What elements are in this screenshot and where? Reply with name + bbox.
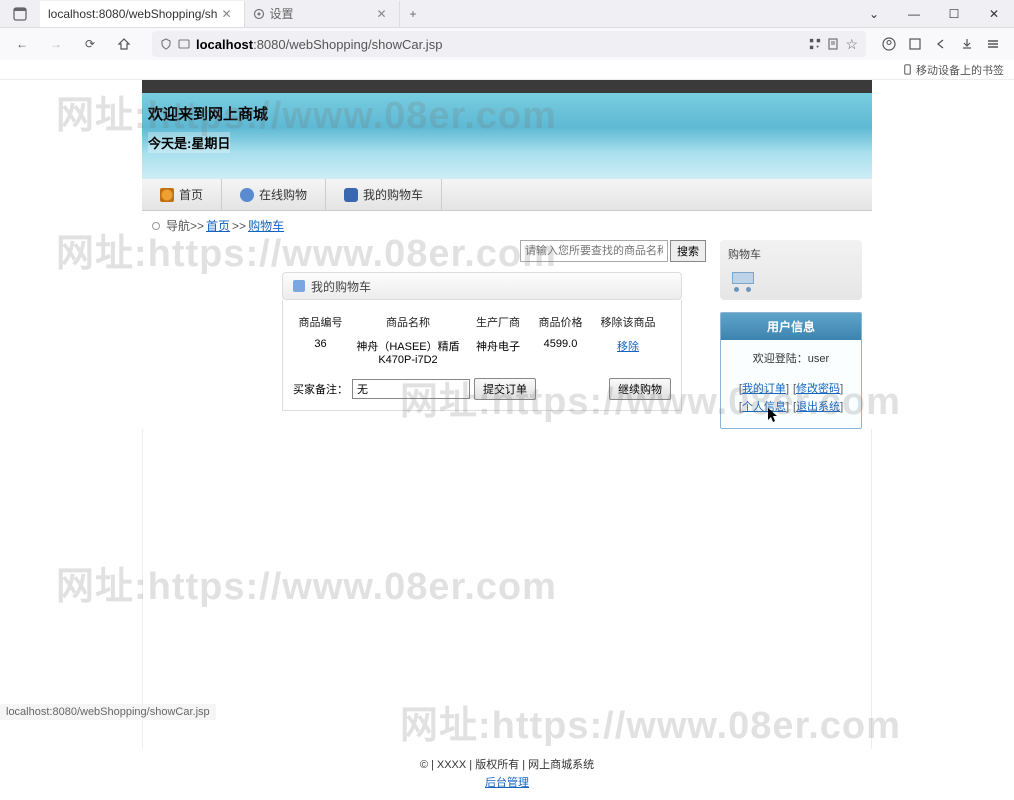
- menu-cart-label: 我的购物车: [363, 186, 423, 203]
- tab-1-close-icon[interactable]: ✕: [217, 7, 235, 21]
- menu-home[interactable]: 首页: [142, 179, 222, 211]
- window-close-button[interactable]: ✕: [974, 0, 1014, 28]
- menu-bar: 首页 在线购物 我的购物车: [142, 179, 872, 211]
- tab-1-title: localhost:8080/webShopping/sh: [48, 7, 217, 21]
- username: user: [808, 353, 829, 365]
- undo-icon[interactable]: [932, 35, 950, 53]
- bookmarks-label[interactable]: 移动设备上的书签: [916, 62, 1004, 78]
- cell-id: 36: [293, 334, 348, 370]
- app-icon: [0, 0, 40, 28]
- breadcrumb: 导航>> 首页 >> 购物车: [142, 211, 872, 240]
- submit-order-button[interactable]: 提交订单: [474, 378, 536, 400]
- car-icon: [344, 188, 358, 202]
- search-button[interactable]: 搜索: [670, 240, 706, 262]
- tab-2[interactable]: 设置 ✕: [245, 1, 400, 27]
- cart-icon[interactable]: [730, 266, 760, 292]
- link-my-orders[interactable]: 我的订单: [742, 383, 786, 395]
- banner: 欢迎来到网上商城 今天是:星期日: [142, 93, 872, 179]
- link-profile[interactable]: 个人信息: [742, 401, 786, 413]
- footer: © | XXXX | 版权所有 | 网上商城系统 后台管理: [142, 749, 872, 800]
- continue-shopping-button[interactable]: 继续购物: [609, 378, 671, 400]
- home-icon: [160, 188, 174, 202]
- tab-2-title: 设置: [270, 5, 294, 22]
- cell-name: 神舟（HASEE）精盾K470P-i7D2: [348, 334, 468, 370]
- col-vendor: 生产厂商: [468, 310, 528, 334]
- reader-icon[interactable]: [827, 38, 839, 50]
- cart-panel-icon: [293, 280, 305, 292]
- menu-shop[interactable]: 在线购物: [222, 179, 326, 211]
- note-row: 买家备注： 提交订单 继续购物: [293, 378, 671, 400]
- address-bar: ← → ⟳ localhost:8080/webShopping/showCar…: [0, 28, 1014, 60]
- new-tab-button[interactable]: +: [400, 7, 427, 21]
- breadcrumb-label: 导航>>: [166, 217, 204, 234]
- nav-home-button[interactable]: [110, 30, 138, 58]
- tab-1[interactable]: localhost:8080/webShopping/sh ✕: [40, 1, 245, 27]
- overflow-chevron-icon[interactable]: ⌄: [854, 0, 894, 28]
- footer-copyright: © | XXXX | 版权所有 | 网上商城系统: [142, 757, 872, 775]
- remove-link[interactable]: 移除: [617, 341, 639, 353]
- menu-my-cart[interactable]: 我的购物车: [326, 179, 442, 211]
- breadcrumb-home-link[interactable]: 首页: [206, 217, 230, 234]
- breadcrumb-sep: >>: [232, 219, 246, 233]
- cart-panel-header: 我的购物车: [282, 272, 682, 300]
- browser-tab-bar: localhost:8080/webShopping/sh ✕ 设置 ✕ + ⌄…: [0, 0, 1014, 28]
- url-text: localhost:8080/webShopping/showCar.jsp: [196, 37, 803, 52]
- nav-forward-button[interactable]: →: [42, 30, 70, 58]
- bookmarks-bar: 移动设备上的书签: [0, 60, 1014, 80]
- bookmark-star-icon[interactable]: ☆: [845, 36, 858, 53]
- mobile-icon: [902, 64, 913, 75]
- col-price: 商品价格: [528, 310, 593, 334]
- nav-reload-button[interactable]: ⟳: [76, 30, 104, 58]
- cart-table-row: 36 神舟（HASEE）精盾K470P-i7D2 神舟电子 4599.0 移除: [293, 334, 671, 370]
- banner-today: 今天是:星期日: [148, 132, 230, 153]
- gear-icon: [253, 8, 265, 20]
- note-label: 买家备注：: [293, 381, 348, 397]
- save-page-icon[interactable]: [958, 35, 976, 53]
- cart-table-header: 商品编号 商品名称 生产厂商 商品价格 移除该商品: [293, 310, 671, 334]
- shield-icon: [160, 38, 172, 50]
- user-info-box: 用户信息 欢迎登陆：user [我的订单] [修改密码] [个人信息] [退出系…: [720, 312, 862, 429]
- footer-admin-link[interactable]: 后台管理: [485, 777, 529, 789]
- user-welcome: 欢迎登陆：user: [729, 350, 853, 366]
- menu-icon[interactable]: [984, 35, 1002, 53]
- qr-icon[interactable]: [809, 38, 821, 50]
- banner-title: 欢迎来到网上商城: [148, 103, 866, 124]
- breadcrumb-cart-link[interactable]: 购物车: [248, 217, 284, 234]
- url-field[interactable]: localhost:8080/webShopping/showCar.jsp ☆: [152, 31, 866, 57]
- cart-panel-title: 我的购物车: [311, 278, 371, 295]
- side-cart-box: 购物车: [720, 240, 862, 300]
- menu-home-label: 首页: [179, 186, 203, 203]
- menu-shop-label: 在线购物: [259, 186, 307, 203]
- link-change-password[interactable]: 修改密码: [796, 383, 840, 395]
- col-id: 商品编号: [293, 310, 348, 334]
- nav-back-button[interactable]: ←: [8, 30, 36, 58]
- status-bar: localhost:8080/webShopping/showCar.jsp: [0, 704, 216, 720]
- user-links: [我的订单] [修改密码] [个人信息] [退出系统]: [729, 380, 853, 414]
- bullet-icon: [152, 222, 160, 230]
- cell-price: 4599.0: [528, 334, 593, 370]
- user-info-title: 用户信息: [721, 313, 861, 340]
- cart-panel: 我的购物车 商品编号 商品名称 生产厂商 商品价格 移除该商品 36 神舟（HA…: [282, 272, 682, 411]
- side-cart-title: 购物车: [728, 246, 854, 262]
- account-icon[interactable]: [880, 35, 898, 53]
- col-name: 商品名称: [348, 310, 468, 334]
- shop-icon: [240, 188, 254, 202]
- cell-vendor: 神舟电子: [468, 334, 528, 370]
- tab-2-close-icon[interactable]: ✕: [372, 7, 390, 21]
- window-maximize-button[interactable]: ☐: [934, 0, 974, 28]
- top-dark-band: [142, 80, 872, 93]
- search-input[interactable]: [520, 240, 668, 262]
- site-info-icon: [178, 38, 190, 50]
- col-remove: 移除该商品: [593, 310, 663, 334]
- window-minimize-button[interactable]: —: [894, 0, 934, 28]
- extensions-icon[interactable]: [906, 35, 924, 53]
- note-input[interactable]: [352, 379, 470, 399]
- link-logout[interactable]: 退出系统: [796, 401, 840, 413]
